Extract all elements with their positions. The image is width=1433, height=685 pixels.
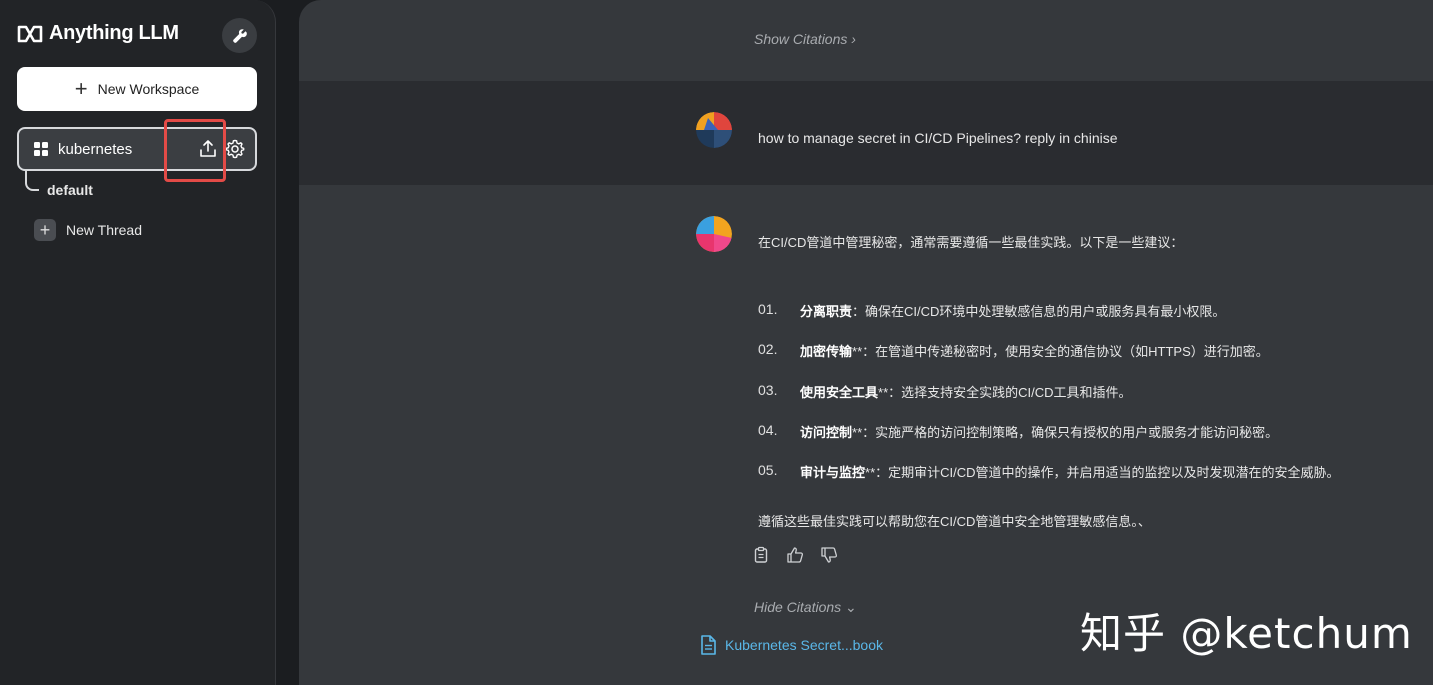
watermark: 知乎 @ketchum <box>1080 609 1413 658</box>
wrench-icon <box>232 28 247 43</box>
document-icon <box>701 635 716 655</box>
list-title: 审计与监控 <box>800 465 866 480</box>
annotation-highlight-box <box>164 119 226 182</box>
brand[interactable]: Anything LLM <box>17 22 179 45</box>
list-number: 05. <box>758 462 778 478</box>
list-title: 使用安全工具 <box>800 385 879 400</box>
assistant-intro: 在CI/CD管道中管理秘密，通常需要遵循一些最佳实践。以下是一些建议： <box>758 235 1184 250</box>
chevron-right-icon: › <box>851 31 856 47</box>
thumbs-up-icon <box>787 547 804 563</box>
infinity-logo-icon <box>17 25 43 42</box>
workspace-label: kubernetes <box>58 140 133 158</box>
chat-area: Show Citations › how to manage secret in… <box>299 0 1433 685</box>
settings-button[interactable] <box>222 18 257 53</box>
show-citations-toggle[interactable]: Show Citations › <box>754 31 856 47</box>
copy-button[interactable] <box>752 546 772 566</box>
assistant-avatar-icon <box>696 216 732 252</box>
list-item: 01. 分离职责 ：确保在CI/CD环境中处理敏感信息的用户或服务具有最小权限。 <box>758 301 1225 320</box>
list-title: 分离职责 <box>800 304 853 319</box>
sidebar: Anything LLM + New Workspace kubernetes <box>0 0 276 685</box>
grid-icon <box>34 142 48 156</box>
thumbs-down-icon <box>821 547 838 563</box>
user-message: how to manage secret in CI/CD Pipelines?… <box>758 130 1118 146</box>
new-thread-button[interactable]: + New Thread <box>34 219 142 241</box>
thread-item-default[interactable]: default <box>47 182 93 198</box>
hide-citations-label: Hide Citations <box>754 599 842 615</box>
list-number: 03. <box>758 382 778 398</box>
list-text: **：在管道中传递秘密时，使用安全的通信协议（如HTTPS）进行加密。 <box>852 344 1269 359</box>
list-text: **：实施严格的访问控制策略，确保只有授权的用户或服务才能访问秘密。 <box>852 425 1279 440</box>
new-workspace-label: New Workspace <box>97 81 200 97</box>
thumbs-down-button[interactable] <box>820 546 840 566</box>
brand-name: Anything LLM <box>49 22 179 44</box>
workspace-settings-button[interactable] <box>224 138 246 160</box>
citation-document-label: Kubernetes Secret...book <box>725 637 883 653</box>
show-citations-label: Show Citations <box>754 31 848 47</box>
user-avatar <box>696 112 732 148</box>
chevron-down-icon: ⌄ <box>845 599 857 615</box>
list-title: 加密传输 <box>800 344 853 359</box>
citation-document-link[interactable]: Kubernetes Secret...book <box>699 635 883 655</box>
new-workspace-button[interactable]: + New Workspace <box>17 67 257 111</box>
hide-citations-toggle[interactable]: Hide Citations ⌄ <box>754 599 857 616</box>
plus-icon: + <box>74 76 88 101</box>
user-avatar-icon <box>696 112 732 148</box>
thread-connector <box>25 171 39 191</box>
list-text: **：选择支持安全实践的CI/CD工具和插件。 <box>878 385 1132 400</box>
list-title: 访问控制 <box>800 425 853 440</box>
list-number: 04. <box>758 422 778 438</box>
new-thread-label: New Thread <box>66 222 143 238</box>
list-item: 03. 使用安全工具 **：选择支持安全实践的CI/CD工具和插件。 <box>758 382 1132 401</box>
list-text: ：确保在CI/CD环境中处理敏感信息的用户或服务具有最小权限。 <box>852 304 1226 319</box>
list-number: 02. <box>758 341 778 357</box>
message-actions <box>752 546 840 566</box>
plus-icon: + <box>34 219 56 241</box>
clipboard-icon <box>754 546 768 563</box>
list-text: **：定期审计CI/CD管道中的操作，并启用适当的监控以及时发现潜在的安全威胁。 <box>865 465 1340 480</box>
list-item: 04. 访问控制 **：实施严格的访问控制策略，确保只有授权的用户或服务才能访问… <box>758 422 1278 441</box>
list-number: 01. <box>758 301 778 317</box>
list-item: 05. 审计与监控 **：定期审计CI/CD管道中的操作，并启用适当的监控以及时… <box>758 462 1340 481</box>
user-message-row: how to manage secret in CI/CD Pipelines?… <box>299 81 1433 185</box>
list-item: 02. 加密传输 **：在管道中传递秘密时，使用安全的通信协议（如HTTPS）进… <box>758 341 1269 360</box>
gear-icon <box>225 139 245 159</box>
assistant-avatar <box>696 216 732 252</box>
thumbs-up-button[interactable] <box>786 546 806 566</box>
assistant-conclusion: 遵循这些最佳实践可以帮助您在CI/CD管道中安全地管理敏感信息。、 <box>758 514 1151 529</box>
